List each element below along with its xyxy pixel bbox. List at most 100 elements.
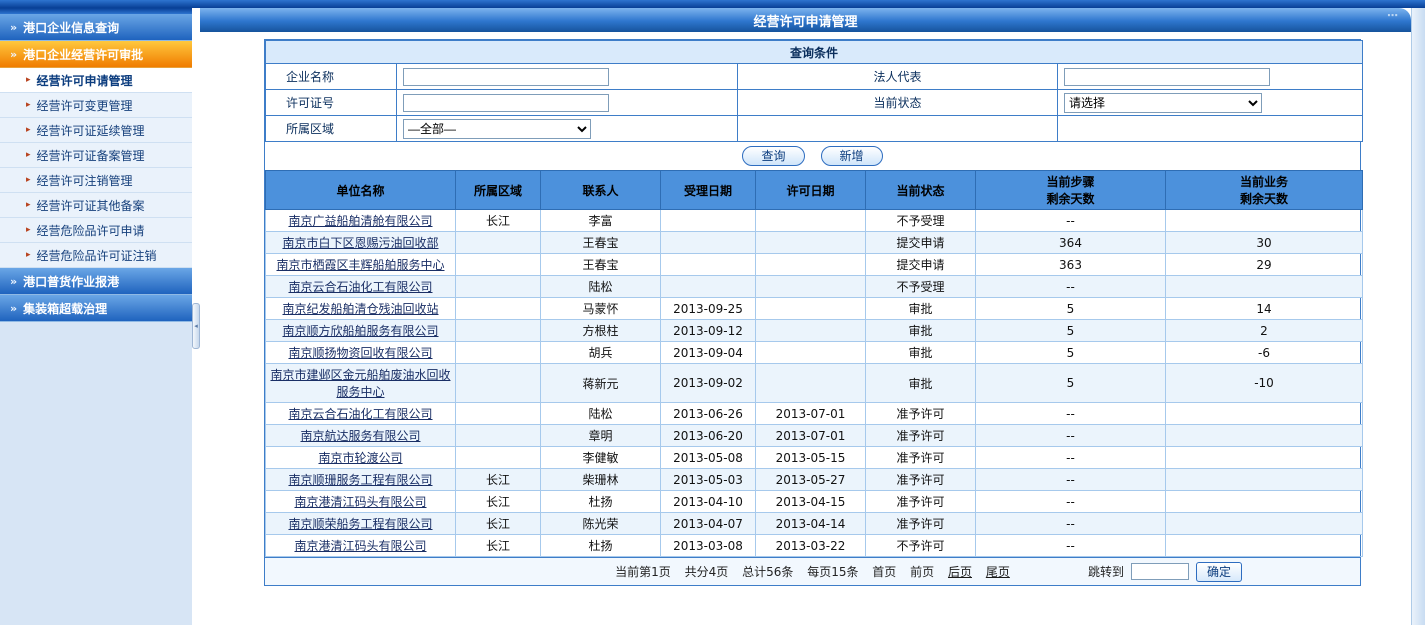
jump-confirm-button[interactable]: 确定 — [1196, 562, 1242, 582]
sidebar-subitem[interactable]: ▸经营许可证备案管理 — [0, 143, 192, 168]
last-page-link[interactable]: 尾页 — [986, 565, 1010, 579]
table-cell: 2013-03-08 — [661, 535, 756, 557]
table-cell: 长江 — [456, 513, 541, 535]
sidebar-item-label: 经营危险品许可证注销 — [37, 247, 157, 264]
sidebar-subitem[interactable]: ▸ 经营危险品许可证注销 — [0, 243, 192, 268]
sidebar-group-item[interactable]: »港口企业信息查询 — [0, 14, 192, 41]
collapse-handle[interactable]: ◂ — [192, 303, 200, 349]
sidebar-item-label: 集装箱超载治理 — [23, 300, 107, 317]
table-cell — [756, 210, 866, 232]
company-link[interactable]: 南京纪发船舶清仓残油回收站 — [282, 302, 438, 316]
grip-dots-icon — [1387, 9, 1399, 22]
table-cell — [1166, 513, 1363, 535]
table-row: 南京市白下区恩赐污油回收部王春宝提交申请36430 — [266, 232, 1363, 254]
company-link[interactable]: 南京市栖霞区丰辉船舶服务中心 — [276, 258, 444, 272]
table-cell: -10 — [1166, 364, 1363, 403]
company-name-cell: 南京市白下区恩赐污油回收部 — [266, 232, 456, 254]
table-cell: 5 — [976, 364, 1166, 403]
table-cell — [456, 298, 541, 320]
main-pane: 经营许可申请管理 查询条件 企业名称 法人代表 — [200, 8, 1425, 625]
sidebar-item-label: 港口普货作业报港 — [23, 273, 119, 290]
company-name-cell: 南京云合石油化工有限公司 — [266, 403, 456, 425]
table-cell: 柴珊林 — [541, 469, 661, 491]
table-cell: 长江 — [456, 535, 541, 557]
column-header: 当前业务 剩余天数 — [1166, 171, 1363, 210]
status-select[interactable]: 请选择 — [1064, 93, 1262, 113]
company-link[interactable]: 南京航达服务有限公司 — [300, 429, 420, 443]
table-cell: 准予许可 — [866, 491, 976, 513]
status-label: 当前状态 — [738, 90, 1058, 116]
table-cell: 2013-09-25 — [661, 298, 756, 320]
sidebar-group-item[interactable]: »集装箱超载治理 — [0, 295, 192, 322]
table-row: 南京顺珊服务工程有限公司长江柴珊林2013-05-032013-05-27准予许… — [266, 469, 1363, 491]
table-cell: 准予许可 — [866, 403, 976, 425]
query-form: 查询条件 企业名称 法人代表 许可证号 当前状态 请选择 — [265, 40, 1363, 142]
company-link[interactable]: 南京顺扬物资回收有限公司 — [288, 346, 432, 360]
table-cell: 章明 — [541, 425, 661, 447]
sidebar-item-label: 经营许可变更管理 — [37, 97, 133, 114]
sidebar-group-item[interactable]: » 港口普货作业报港 — [0, 268, 192, 295]
table-cell: 准予许可 — [866, 469, 976, 491]
column-header: 受理日期 — [661, 171, 756, 210]
double-arrow-icon: » — [10, 276, 17, 287]
sidebar-subitem[interactable]: ▸经营许可申请管理 — [0, 68, 192, 93]
company-link[interactable]: 南京云合石油化工有限公司 — [288, 280, 432, 294]
table-cell: 长江 — [456, 491, 541, 513]
jump-page-input[interactable] — [1131, 563, 1189, 580]
sidebar-subitem[interactable]: ▸经营许可证延续管理 — [0, 118, 192, 143]
company-link[interactable]: 南京市白下区恩赐污油回收部 — [282, 236, 438, 250]
company-link[interactable]: 南京顺方欣船舶服务有限公司 — [282, 324, 438, 338]
search-button[interactable]: 查询 — [742, 146, 804, 166]
next-page-link[interactable]: 后页 — [948, 565, 972, 579]
table-cell: 2013-09-12 — [661, 320, 756, 342]
prev-page-link[interactable]: 前页 — [910, 565, 934, 579]
sidebar-item-label: 经营许可申请管理 — [37, 72, 133, 89]
top-strip — [0, 0, 1425, 8]
table-cell: -- — [976, 535, 1166, 557]
table-cell — [456, 425, 541, 447]
company-name-cell: 南京港清江码头有限公司 — [266, 535, 456, 557]
sidebar-group-item[interactable]: »港口企业经营许可审批 — [0, 41, 192, 68]
company-link[interactable]: 南京港清江码头有限公司 — [294, 495, 426, 509]
sidebar-subitem[interactable]: ▸经营许可证其他备案 — [0, 193, 192, 218]
sidebar-subitem[interactable]: ▸经营危险品许可申请 — [0, 218, 192, 243]
empty-cell — [1058, 116, 1363, 142]
license-no-input[interactable] — [403, 94, 609, 112]
company-link[interactable]: 南京顺荣船务工程有限公司 — [288, 517, 432, 531]
company-name-cell: 南京顺珊服务工程有限公司 — [266, 469, 456, 491]
arrow-bullet-icon: ▸ — [26, 126, 31, 135]
table-header-row: 单位名称所属区域联系人受理日期许可日期当前状态当前步骤 剩余天数当前业务 剩余天… — [266, 171, 1363, 210]
company-link[interactable]: 南京顺珊服务工程有限公司 — [288, 473, 432, 487]
table-cell: -- — [976, 469, 1166, 491]
arrow-bullet-icon: ▸ — [26, 226, 31, 235]
add-button[interactable]: 新增 — [821, 146, 883, 166]
table-cell — [756, 320, 866, 342]
table-row: 南京港清江码头有限公司长江杜扬2013-03-082013-03-22不予许可-… — [266, 535, 1363, 557]
arrow-bullet-icon: ▸ — [26, 251, 31, 260]
jump-controls: 跳转到 确定 — [1088, 562, 1242, 582]
pagination-bar: 当前第1页 共分4页 总计56条 每页15条 首页 前页 后页 尾页 跳转到 — [265, 557, 1360, 585]
company-link[interactable]: 南京市轮渡公司 — [318, 451, 402, 465]
table-cell: 2013-04-07 — [661, 513, 756, 535]
company-name-input[interactable] — [403, 68, 609, 86]
table-cell: 2013-05-03 — [661, 469, 756, 491]
table-cell: 不予受理 — [866, 276, 976, 298]
company-name-label: 企业名称 — [266, 64, 397, 90]
company-link[interactable]: 南京港清江码头有限公司 — [294, 539, 426, 553]
table-cell: 2013-04-14 — [756, 513, 866, 535]
sidebar-subitem[interactable]: ▸经营许可注销管理 — [0, 168, 192, 193]
table-cell: 5 — [976, 342, 1166, 364]
region-select[interactable]: —全部— — [403, 119, 591, 139]
legal-rep-input[interactable] — [1064, 68, 1270, 86]
sidebar-subitem[interactable]: ▸ 经营许可变更管理 — [0, 93, 192, 118]
company-link[interactable]: 南京广益船舶清舱有限公司 — [288, 214, 432, 228]
arrow-bullet-icon: ▸ — [26, 101, 31, 110]
table-cell: 长江 — [456, 469, 541, 491]
company-link[interactable]: 南京云合石油化工有限公司 — [288, 407, 432, 421]
company-link[interactable]: 南京市建邺区金元船舶废油水回收服务中心 — [270, 368, 450, 399]
arrow-bullet-icon: ▸ — [26, 151, 31, 160]
right-edge-strip — [1411, 8, 1425, 625]
table-cell — [661, 210, 756, 232]
double-arrow-icon: » — [10, 22, 17, 33]
first-page-link[interactable]: 首页 — [872, 565, 896, 579]
